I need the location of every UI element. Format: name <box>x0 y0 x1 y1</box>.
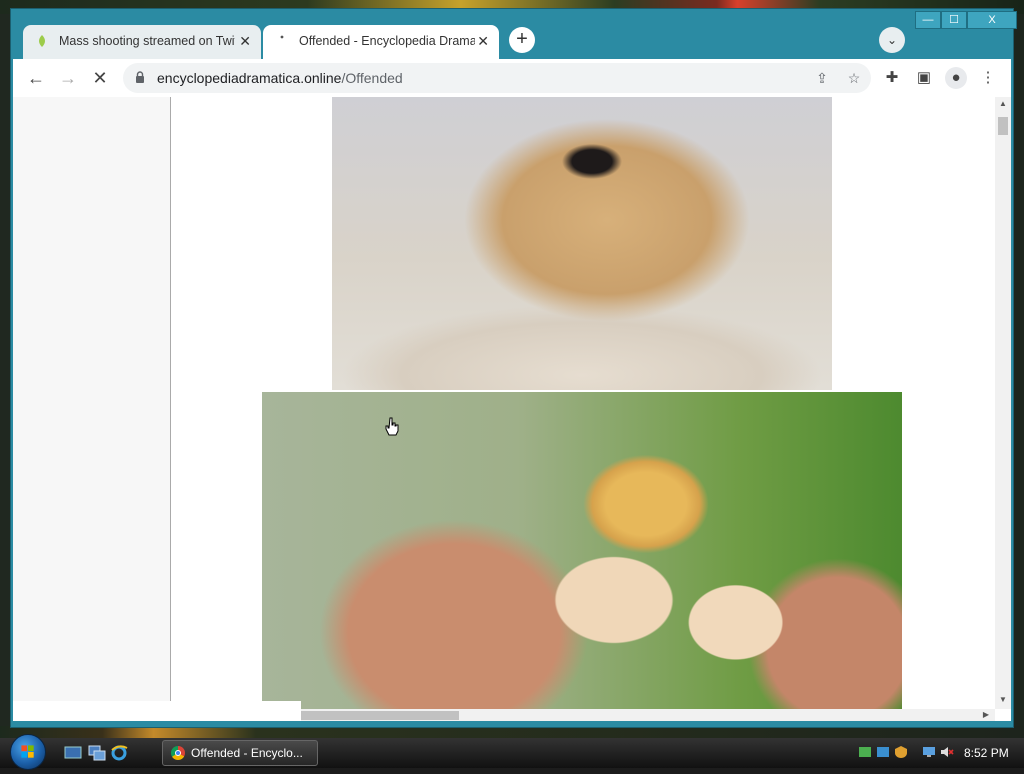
tray-network-icon[interactable] <box>876 745 890 759</box>
tray-security-icon[interactable] <box>894 745 908 759</box>
arrow-left-icon: ← <box>27 68 45 88</box>
page-viewport: ▲ ▼ ▶ <box>13 97 1011 721</box>
browser-toolbar: ← → ✕ encyclopediadramatica.online/Offen… <box>13 59 1011 97</box>
bunny-image <box>332 97 832 390</box>
maximize-button[interactable]: ☐ <box>941 11 967 29</box>
horizontal-scroll-thumb[interactable] <box>301 711 459 720</box>
kebab-menu-icon[interactable]: ⋮ <box>977 67 999 89</box>
star-icon[interactable]: ☆ <box>845 69 863 87</box>
tray-app-icon[interactable] <box>858 745 872 759</box>
desktop-wallpaper-left <box>0 14 10 738</box>
taskbar-chrome-window-button[interactable]: Offended - Encyclo... <box>162 740 318 766</box>
tab-title: Mass shooting streamed on Twitch <box>59 34 235 48</box>
minimize-button[interactable]: — <box>915 11 941 29</box>
new-tab-button[interactable]: + <box>509 27 535 53</box>
status-area <box>13 701 301 721</box>
address-bar[interactable]: encyclopediadramatica.online/Offended ⇪ … <box>123 63 871 93</box>
browser-window: — ☐ X Mass shooting streamed on Twitch ✕… <box>10 8 1017 728</box>
arrow-right-icon: → <box>59 68 77 88</box>
tray-display-icon[interactable] <box>922 745 936 759</box>
lock-icon <box>136 71 144 83</box>
url-text[interactable]: encyclopediadramatica.online/Offended <box>157 63 403 93</box>
tab-title: Offended - Encyclopedia Dramatica <box>299 34 475 48</box>
vertical-scrollbar[interactable]: ▲ ▼ <box>995 97 1011 709</box>
stop-loading-button[interactable]: ✕ <box>87 65 113 91</box>
windows-logo-icon <box>21 745 34 758</box>
chrome-icon <box>171 746 185 760</box>
scroll-up-arrow-icon[interactable]: ▲ <box>995 97 1011 111</box>
internet-explorer-icon[interactable] <box>110 744 128 762</box>
side-panel-icon[interactable]: ▣ <box>913 67 935 89</box>
forward-button[interactable]: → <box>55 65 81 91</box>
puzzle-icon[interactable]: ✚ <box>881 67 903 89</box>
hand-cursor-icon <box>385 417 399 436</box>
show-desktop-icon[interactable] <box>64 744 82 762</box>
vertical-scroll-thumb[interactable] <box>998 117 1008 135</box>
volume-muted-icon[interactable] <box>940 745 954 759</box>
chick-with-eggs-image <box>262 392 902 712</box>
close-window-button[interactable]: X <box>967 11 1017 29</box>
page-sidebar <box>13 97 171 721</box>
desktop-wallpaper-right <box>1014 14 1024 738</box>
url-host: encyclopediadramatica.online <box>157 70 342 86</box>
close-tab-icon[interactable]: ✕ <box>239 25 251 57</box>
taskbar: Offended - Encyclo... 8:52 PM <box>0 734 1024 770</box>
start-button[interactable] <box>10 734 46 770</box>
chevron-down-icon: ⌄ <box>886 33 898 47</box>
close-icon: ✕ <box>92 68 108 88</box>
tab-twitch[interactable]: Mass shooting streamed on Twitch ✕ <box>23 25 261 59</box>
url-path: /Offended <box>341 70 403 86</box>
scroll-down-arrow-icon[interactable]: ▼ <box>995 693 1011 707</box>
share-icon[interactable]: ⇪ <box>813 69 831 87</box>
loading-spinner-icon <box>280 35 284 39</box>
profile-icon[interactable]: ● <box>945 67 967 89</box>
switch-windows-icon[interactable] <box>88 744 106 762</box>
tab-offended[interactable]: Offended - Encyclopedia Dramatica ✕ <box>263 25 499 59</box>
taskbar-window-title: Offended - Encyclo... <box>191 746 303 760</box>
close-tab-icon[interactable]: ✕ <box>477 25 489 57</box>
back-button[interactable]: ← <box>23 65 49 91</box>
leaf-icon <box>39 35 45 47</box>
scroll-right-arrow-icon[interactable]: ▶ <box>983 709 989 721</box>
tab-search-button[interactable]: ⌄ <box>879 27 905 53</box>
taskbar-clock[interactable]: 8:52 PM <box>964 738 1009 768</box>
